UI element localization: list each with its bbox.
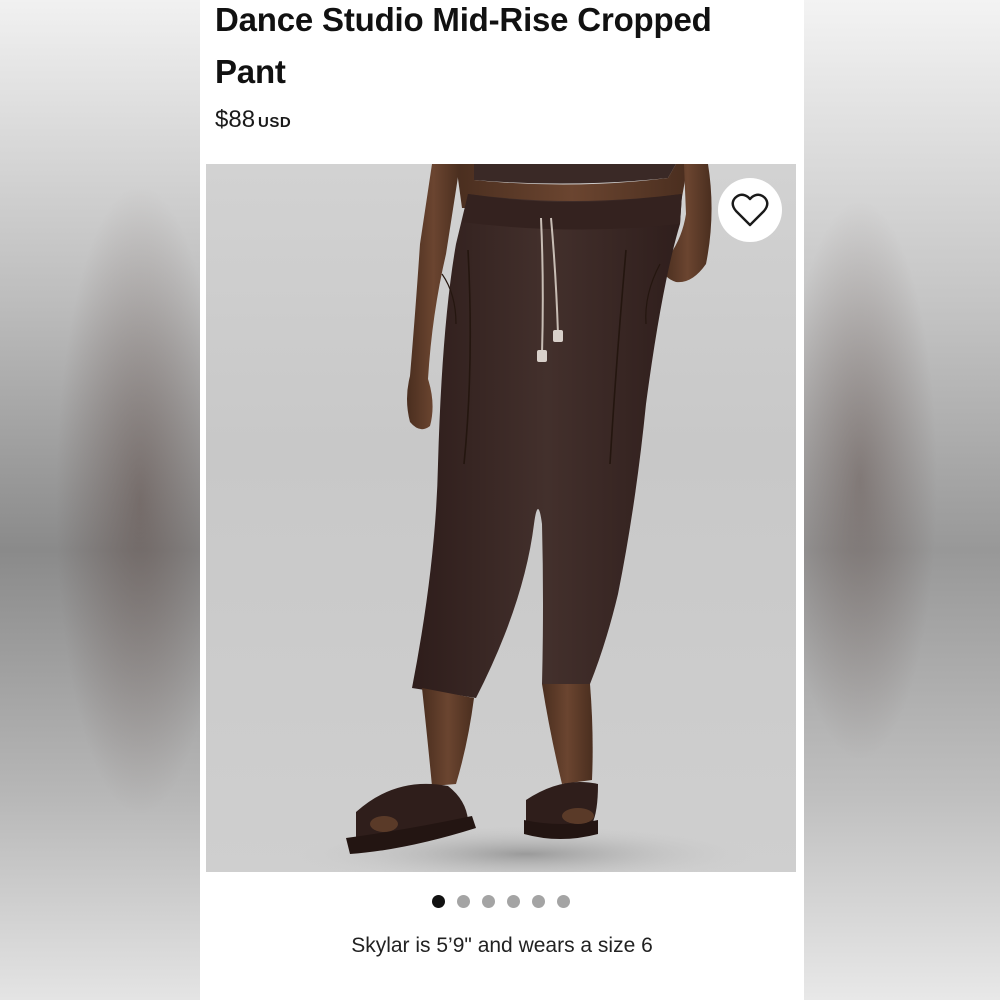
gallery-dot-3[interactable]	[482, 895, 495, 908]
product-title: Dance Studio Mid-Rise Cropped Pant	[215, 1, 712, 90]
background-blur-left	[0, 0, 200, 1000]
model-caption: Skylar is 5’9" and wears a size 6	[351, 934, 653, 957]
gallery-dot-4[interactable]	[507, 895, 520, 908]
product-image[interactable]	[206, 164, 796, 872]
gallery-dot-5[interactable]	[532, 895, 545, 908]
product-photo	[296, 164, 756, 872]
wishlist-button[interactable]	[718, 178, 782, 242]
price-amount: $88	[215, 106, 256, 133]
heart-icon	[731, 193, 769, 227]
gallery-dot-1[interactable]	[432, 895, 445, 908]
gallery-dot-2[interactable]	[457, 895, 470, 908]
price-currency: USD	[258, 114, 292, 131]
price-row: $88 USD	[215, 106, 291, 134]
background-blur-right	[800, 0, 1000, 1000]
product-panel: Dance Studio Mid-Rise Cropped Pant $88 US…	[200, 0, 804, 1000]
gallery-pagination	[432, 895, 570, 908]
gallery-dot-6[interactable]	[557, 895, 570, 908]
